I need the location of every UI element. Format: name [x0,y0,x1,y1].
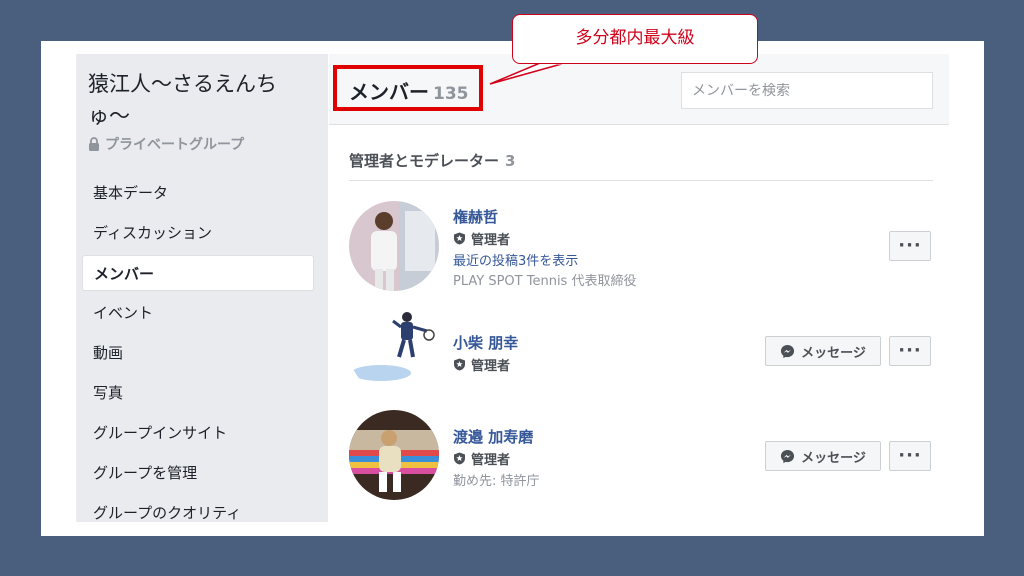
member-role: 管理者 [453,449,510,468]
member-job: PLAY SPOT Tennis 代表取締役 [453,274,637,289]
member-name[interactable]: 渡邉 加寿磨 [453,426,533,447]
more-options-button[interactable]: ··· [889,441,931,471]
shield-icon [454,232,465,245]
sidebar-item-members[interactable]: メンバー [82,255,314,291]
messenger-icon [781,449,795,463]
group-title[interactable]: 猿江人〜さるえんちゅ〜 [88,68,318,132]
sidebar-item-about[interactable]: 基本データ [82,175,314,211]
sidebar-item-videos[interactable]: 動画 [82,335,314,371]
message-button-label: メッセージ [801,345,866,361]
message-button[interactable]: メッセージ [765,336,881,366]
avatar[interactable] [349,410,439,500]
member-role-label: 管理者 [471,359,511,374]
more-dots-icon: ··· [898,235,922,256]
message-button-label: メッセージ [801,450,866,466]
member-row: 小柴 朋幸 管理者 メッセージ ··· [349,305,933,397]
more-options-button[interactable]: ··· [889,336,931,366]
message-button[interactable]: メッセージ [765,441,881,471]
sidebar-item-manage[interactable]: グループを管理 [82,455,314,491]
member-row: 渡邉 加寿磨 管理者 勤め先: 特許庁 メッセージ ··· [349,410,933,502]
sidebar-item-quality[interactable]: グループのクオリティ [82,495,314,522]
member-employer: 勤め先: 特許庁 [453,474,540,489]
avatar[interactable] [349,201,439,291]
more-dots-icon: ··· [898,445,922,466]
section-title: 管理者とモデレーター 3 [349,150,515,171]
annotation-callout: 多分都内最大級 [512,14,758,64]
member-name[interactable]: 小柴 朋幸 [453,332,518,353]
section-title-label: 管理者とモデレーター [349,152,500,170]
sidebar-item-insights[interactable]: グループインサイト [82,415,314,451]
shield-icon [454,452,465,465]
section-count: 3 [505,152,516,170]
member-role-label: 管理者 [471,453,511,468]
privacy-label: プライベートグループ [105,137,245,153]
member-role: 管理者 [453,355,510,374]
more-options-button[interactable]: ··· [889,231,931,261]
sidebar-item-discussion[interactable]: ディスカッション [82,215,314,251]
member-name[interactable]: 権赫哲 [453,206,498,227]
section-divider [349,180,933,181]
lock-icon [89,137,99,151]
sidebar-item-events[interactable]: イベント [82,295,314,331]
group-privacy: プライベートグループ [88,134,244,154]
more-dots-icon: ··· [898,340,922,361]
member-search-input[interactable] [681,72,933,109]
highlight-box [333,65,483,111]
sidebar-item-photos[interactable]: 写真 [82,375,314,411]
shield-icon [454,358,465,371]
group-sidebar: 猿江人〜さるえんちゅ〜 プライベートグループ 基本データ ディスカッション メン… [76,54,328,522]
avatar[interactable] [349,305,439,395]
messenger-icon [781,344,795,358]
member-role-label: 管理者 [471,233,511,248]
recent-posts-link[interactable]: 最近の投稿3件を表示 [453,250,578,269]
member-role: 管理者 [453,229,510,248]
member-row: 権赫哲 管理者 最近の投稿3件を表示 PLAY SPOT Tennis 代表取締… [349,201,933,293]
